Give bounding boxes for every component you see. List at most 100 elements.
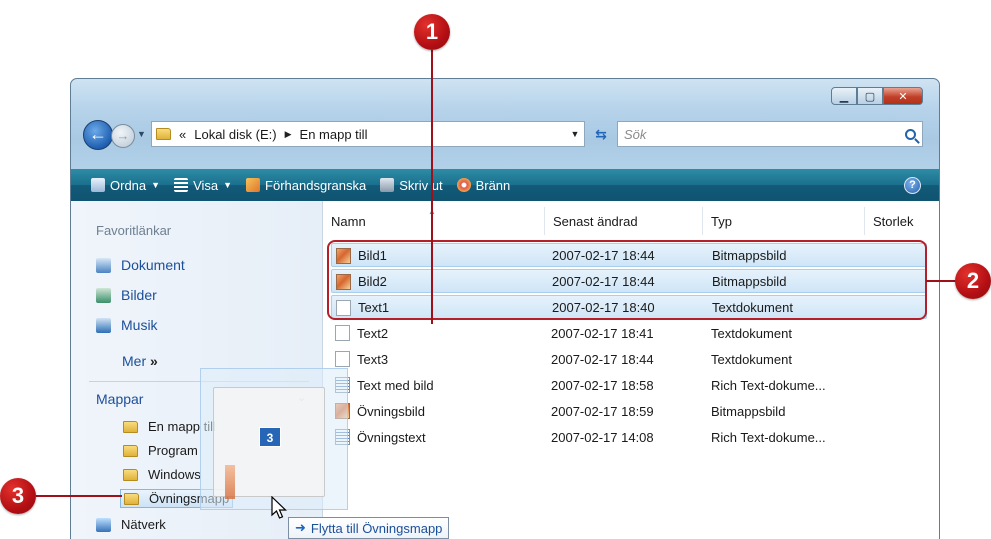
column-header-senast-andrad[interactable]: Senast ändrad xyxy=(545,207,703,235)
search-input[interactable]: Sök xyxy=(624,127,646,142)
callout-1: 1 xyxy=(414,14,450,50)
burn-button[interactable]: Bränn xyxy=(456,177,511,193)
search-icon[interactable] xyxy=(905,128,916,140)
documents-icon xyxy=(96,257,111,273)
breadcrumb-overflow[interactable]: « xyxy=(179,127,186,142)
file-row[interactable]: Text2 2007-02-17 18:41 Textdokument xyxy=(331,321,927,345)
file-name: Övningsbild xyxy=(357,403,425,419)
help-button[interactable]: ? xyxy=(904,176,921,194)
folder-icon xyxy=(123,444,138,457)
burn-icon xyxy=(456,178,471,192)
column-label: Storlek xyxy=(873,213,914,229)
close-button[interactable]: ✕ xyxy=(883,87,923,105)
column-header-storlek[interactable]: Storlek xyxy=(865,207,939,235)
file-type: Textdokument xyxy=(711,325,792,341)
move-tooltip: ➜ Flytta till Övningsmapp xyxy=(288,517,450,539)
tree-item-windows[interactable]: Windows xyxy=(123,467,201,482)
file-row[interactable]: Text med bild 2007-02-17 18:58 Rich Text-d… xyxy=(331,373,927,397)
file-name: Text2 xyxy=(357,325,389,341)
address-bar[interactable]: « Lokal disk (E:) ▶ En mapp till ▼ xyxy=(151,121,585,147)
folder-icon xyxy=(124,492,139,505)
organize-icon xyxy=(91,178,105,192)
breadcrumb-en-mapp-till[interactable]: En mapp till xyxy=(300,127,368,142)
preview-button[interactable]: Förhandsgranska xyxy=(246,178,366,193)
nav-link-label: Dokument xyxy=(121,257,185,273)
column-header-namn[interactable]: Namn ▲ xyxy=(323,207,545,235)
nav-link-natverk[interactable]: Nätverk xyxy=(96,517,166,532)
organize-label: Ordna xyxy=(110,177,147,193)
printer-icon xyxy=(380,178,395,192)
text-file-icon xyxy=(335,325,350,341)
double-chevron-icon: » xyxy=(150,353,158,369)
column-label: Typ xyxy=(711,213,732,229)
nav-link-label: Bilder xyxy=(121,287,157,303)
address-dropdown-icon[interactable]: ▼ xyxy=(566,129,584,139)
preview-icon xyxy=(246,178,261,192)
drag-count-badge: 3 xyxy=(259,427,281,447)
minimize-button[interactable]: ▁ xyxy=(831,87,857,105)
file-type: Rich Text-dokume... xyxy=(711,429,826,445)
preview-label: Förhandsgranska xyxy=(265,177,367,193)
column-label: Senast ändrad xyxy=(553,213,638,229)
network-icon xyxy=(96,517,111,532)
favorites-heading: Favoritlänkar xyxy=(96,223,172,238)
tree-item-program[interactable]: Program xyxy=(123,443,198,458)
file-name: Övningstext xyxy=(357,429,426,445)
nav-link-musik[interactable]: Musik xyxy=(96,317,158,333)
file-type: Textdokument xyxy=(711,351,792,367)
network-label: Nätverk xyxy=(121,517,166,532)
command-bar: Ordna ▼ Visa ▼ Förhandsgranska Skriv ut … xyxy=(71,169,939,201)
file-type: Bitmappsbild xyxy=(711,403,786,419)
column-label: Namn xyxy=(331,213,366,229)
drag-image-icon xyxy=(225,465,235,499)
views-icon xyxy=(174,178,189,192)
callout-2: 2 xyxy=(955,263,991,299)
chevron-down-icon: ▼ xyxy=(151,180,161,190)
callout-2-line xyxy=(926,280,956,282)
print-button[interactable]: Skriv ut xyxy=(380,177,443,193)
breadcrumb-separator-icon[interactable]: ▶ xyxy=(285,129,292,140)
recent-pages-button[interactable]: ▼ xyxy=(137,129,146,139)
folder-icon xyxy=(156,128,171,140)
text-file-icon xyxy=(335,351,350,367)
nav-link-dokument[interactable]: Dokument xyxy=(96,257,185,273)
callout-3: 3 xyxy=(0,478,36,514)
file-modified: 2007-02-17 18:44 xyxy=(551,351,654,367)
folder-icon xyxy=(123,468,138,481)
pictures-icon xyxy=(96,287,111,303)
file-modified: 2007-02-17 18:58 xyxy=(551,377,654,393)
folders-heading[interactable]: Mappar xyxy=(96,391,143,407)
search-box[interactable]: Sök xyxy=(617,121,923,147)
file-row[interactable]: Övningstext 2007-02-17 14:08 Rich Text-dok… xyxy=(331,425,927,449)
chevron-down-icon: ▼ xyxy=(223,180,233,190)
views-button[interactable]: Visa ▼ xyxy=(174,178,232,193)
folder-icon xyxy=(123,420,138,433)
file-row[interactable]: Övningsbild 2007-02-17 18:59 Bitmappsbild xyxy=(331,399,927,423)
window-controls: ▁ ▢ ✕ xyxy=(831,87,923,105)
music-icon xyxy=(96,317,111,333)
forward-button[interactable]: → xyxy=(111,124,135,148)
more-link[interactable]: Mer » xyxy=(122,353,158,369)
maximize-button[interactable]: ▢ xyxy=(857,87,883,105)
column-header-typ[interactable]: Typ xyxy=(703,207,865,235)
organize-button[interactable]: Ordna ▼ xyxy=(91,178,160,193)
file-modified: 2007-02-17 18:59 xyxy=(551,403,654,419)
back-button[interactable]: ← xyxy=(83,120,113,150)
file-name: Text3 xyxy=(357,351,389,367)
file-modified: 2007-02-17 14:08 xyxy=(551,429,654,445)
nav-link-bilder[interactable]: Bilder xyxy=(96,287,157,303)
more-label: Mer xyxy=(122,353,147,369)
breadcrumb-lokal-disk[interactable]: Lokal disk (E:) xyxy=(194,127,276,142)
print-label: Skriv ut xyxy=(399,177,443,193)
callout-1-line xyxy=(431,50,433,324)
file-type: Rich Text-dokume... xyxy=(711,377,826,393)
refresh-button[interactable]: ⇆ xyxy=(589,121,613,147)
mouse-cursor-icon xyxy=(271,496,287,519)
callout-3-line xyxy=(36,495,122,497)
file-row[interactable]: Text3 2007-02-17 18:44 Textdokument xyxy=(331,347,927,371)
move-tooltip-text: Flytta till Övningsmapp xyxy=(310,520,443,536)
drag-preview: 3 xyxy=(200,368,348,510)
burn-label: Bränn xyxy=(475,177,511,193)
selection-highlight xyxy=(327,240,927,320)
file-name: Text med bild xyxy=(357,377,434,393)
